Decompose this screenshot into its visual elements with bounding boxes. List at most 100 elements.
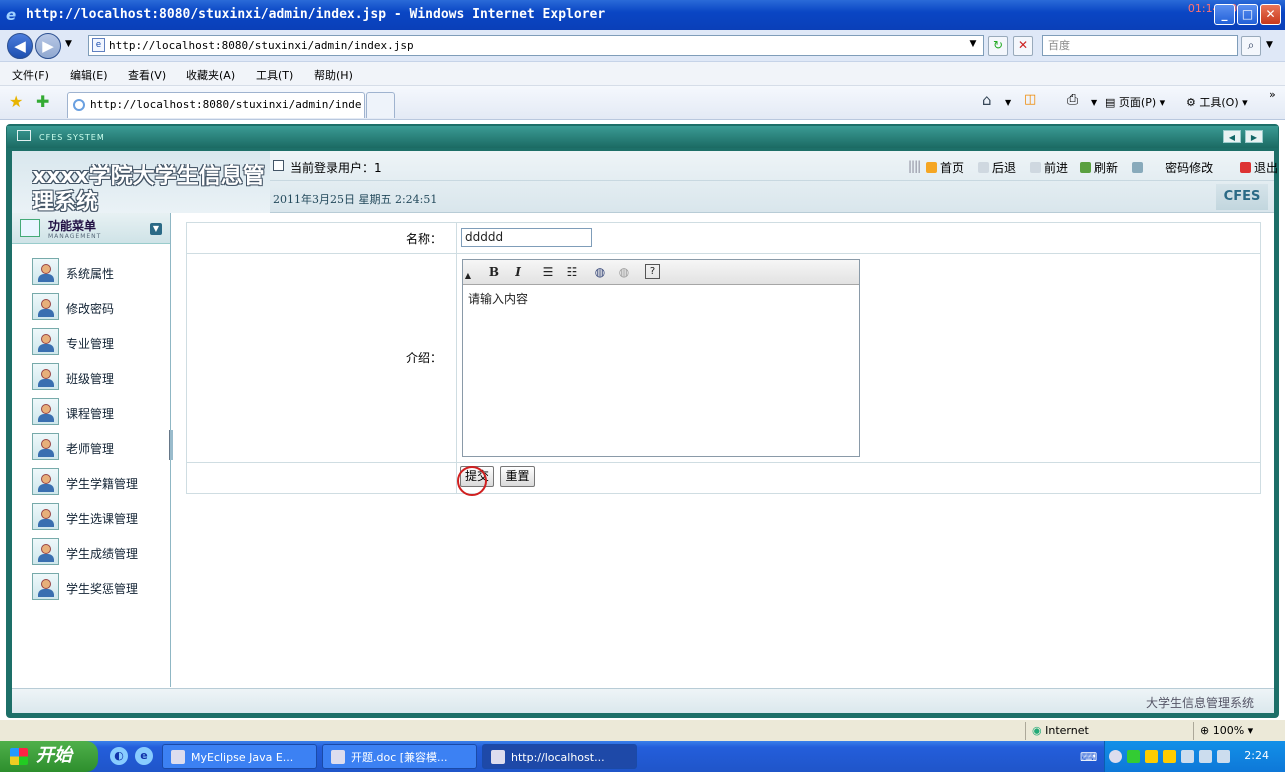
search-icon[interactable]: ⌕ — [1241, 36, 1261, 56]
sidebar-item-course-selection[interactable]: 学生选课管理 — [32, 503, 162, 531]
start-button[interactable]: 开始 — [0, 741, 98, 772]
user-avatar-icon — [32, 573, 59, 600]
link-icon[interactable]: ◍ — [591, 264, 609, 280]
sidebar-item-student-records[interactable]: 学生学籍管理 — [32, 468, 162, 496]
sidebar-item-change-password[interactable]: 修改密码 — [32, 293, 162, 321]
nav-refresh[interactable]: 刷新 — [1080, 159, 1118, 176]
sidebar-item-major-management[interactable]: 专业管理 — [32, 328, 162, 356]
window-title-bar[interactable]: e http://localhost:8080/stuxinxi/admin/i… — [0, 0, 1285, 30]
user-avatar-icon — [32, 398, 59, 425]
browser-forward-button[interactable]: ▶ — [35, 33, 61, 59]
print-dropdown-icon[interactable]: ▼ — [1091, 98, 1097, 107]
zoom-control[interactable]: ⊕ 100% ▾ — [1193, 722, 1283, 740]
task-myeclipse[interactable]: MyEclipse Java E... — [162, 744, 317, 769]
menu-edit[interactable]: 编辑(E) — [70, 67, 108, 83]
frame-left-arrow-icon[interactable]: ◀ — [1223, 130, 1241, 143]
help-icon[interactable]: ? — [645, 264, 660, 279]
nav-back[interactable]: 后退 — [978, 159, 1016, 176]
word-icon — [331, 750, 345, 764]
unordered-list-icon[interactable]: ☷ — [563, 264, 581, 280]
toolbar-collapse-icon[interactable]: ▲ — [463, 268, 473, 284]
home-dropdown-icon[interactable]: ▼ — [1005, 98, 1011, 107]
address-toolbar: ◀ ▶ ▼ e http://localhost:8080/stuxinxi/a… — [0, 30, 1285, 62]
reset-button[interactable]: 重置 — [500, 466, 535, 487]
logo-text: xxxx学院大学生信息管理系统 — [32, 164, 265, 213]
home-icon[interactable]: ⌂ — [982, 91, 992, 109]
menu-help[interactable]: 帮助(H) — [314, 67, 353, 83]
sidebar-splitter[interactable] — [169, 430, 173, 460]
zoom-icon: ⊕ — [1200, 724, 1210, 737]
search-input[interactable]: 百度 — [1042, 35, 1238, 56]
tray-qq-icon[interactable] — [1145, 750, 1158, 763]
zone-label: Internet — [1045, 724, 1089, 737]
sidebar-title: 功能菜单 — [48, 219, 97, 233]
sidebar-item-label: 修改密码 — [66, 302, 115, 316]
stop-icon[interactable]: ✕ — [1013, 36, 1033, 56]
ie-icon — [491, 750, 505, 764]
print-icon[interactable]: ⎙ — [1067, 92, 1078, 108]
password-icon — [1132, 162, 1143, 173]
sidebar-item-system-properties[interactable]: 系统属性 — [32, 258, 162, 286]
add-favorite-icon[interactable]: ✚ — [36, 92, 49, 111]
nav-password[interactable]: 密码修改 — [1132, 159, 1213, 176]
nav-home[interactable]: 首页 — [926, 159, 964, 176]
tray-arrow-icon[interactable] — [1109, 750, 1122, 763]
tray-qq2-icon[interactable] — [1163, 750, 1176, 763]
rich-text-editor: ▲ B I ☰ ☷ ◍ ◍ ? 请输入内容 — [462, 259, 860, 457]
feeds-icon[interactable]: ◫ — [1024, 92, 1036, 107]
unlink-icon[interactable]: ◍ — [615, 264, 633, 280]
task-ie-window[interactable]: http://localhost... — [482, 744, 637, 769]
tools-menu[interactable]: ⚙ 工具(O) ▾ — [1186, 94, 1248, 110]
minimize-button[interactable]: _ — [1214, 4, 1235, 25]
sidebar-item-grades[interactable]: 学生成绩管理 — [32, 538, 162, 566]
task-word-doc[interactable]: 开题.doc [兼容模... — [322, 744, 477, 769]
menu-folder-icon — [20, 219, 40, 237]
browser-back-button[interactable]: ◀ — [7, 33, 33, 59]
sidebar-header: 功能菜单 MANAGEMENT ▼ — [12, 213, 170, 244]
brand-badge: CFES — [1216, 184, 1268, 210]
italic-icon[interactable]: I — [509, 264, 527, 280]
maximize-button[interactable]: □ — [1237, 4, 1258, 25]
user-avatar-icon — [32, 363, 59, 390]
browser-tab-active[interactable]: http://localhost:8080/stuxinxi/admin/ind… — [67, 92, 365, 118]
tray-network-icon[interactable] — [1127, 750, 1140, 763]
tray-display-icon[interactable] — [1199, 750, 1212, 763]
sidebar-item-rewards[interactable]: 学生奖惩管理 — [32, 573, 162, 601]
ordered-list-icon[interactable]: ☰ — [539, 264, 557, 280]
sidebar-item-course-management[interactable]: 课程管理 — [32, 398, 162, 426]
windows-logo-icon — [10, 748, 28, 765]
tray-misc-icon[interactable] — [1217, 750, 1230, 763]
quicklaunch-ie-icon[interactable]: e — [135, 747, 153, 765]
user-bar: 当前登录用户：1 |||| 首页 后退 前进 刷新 密码修改 退出 — [270, 151, 1278, 181]
chevron-more-icon[interactable]: » — [1269, 88, 1276, 101]
close-window-button[interactable]: ✕ — [1260, 4, 1281, 25]
new-tab-button[interactable] — [366, 92, 395, 118]
history-dropdown-icon[interactable]: ▼ — [65, 39, 72, 49]
menu-tools[interactable]: 工具(T) — [256, 67, 293, 83]
nav-password-label: 密码修改 — [1165, 161, 1214, 175]
name-input[interactable]: ddddd — [461, 228, 592, 247]
menu-view[interactable]: 查看(V) — [128, 67, 166, 83]
page-menu[interactable]: ▤ 页面(P) ▾ — [1105, 94, 1165, 110]
bold-icon[interactable]: B — [485, 264, 503, 280]
nav-logout[interactable]: 退出 — [1240, 159, 1278, 176]
keyboard-icon[interactable]: ⌨ — [1080, 750, 1097, 764]
menu-file[interactable]: 文件(F) — [12, 67, 49, 83]
nav-forward[interactable]: 前进 — [1030, 159, 1068, 176]
editor-content[interactable]: 请输入内容 — [468, 290, 528, 307]
search-options-icon[interactable]: ▼ — [1266, 40, 1273, 50]
address-input[interactable]: e http://localhost:8080/stuxinxi/admin/i… — [88, 35, 984, 56]
refresh-icon[interactable]: ↻ — [988, 36, 1008, 56]
tray-volume-icon[interactable] — [1181, 750, 1194, 763]
task-label: http://localhost... — [511, 751, 605, 764]
quicklaunch-app-icon[interactable]: ◐ — [110, 747, 128, 765]
frame-right-arrow-icon[interactable]: ▶ — [1245, 130, 1263, 143]
sidebar-item-teacher-management[interactable]: 老师管理 — [32, 433, 162, 461]
sidebar-item-class-management[interactable]: 班级管理 — [32, 363, 162, 391]
date-bar: 2011年3月25日 星期五 2:24:51 — [270, 183, 1274, 213]
collapse-toggle-icon[interactable]: ▼ — [150, 223, 162, 235]
favorites-star-icon[interactable]: ★ — [9, 92, 23, 111]
menu-favorites[interactable]: 收藏夹(A) — [186, 67, 235, 83]
sidebar-item-label: 系统属性 — [66, 267, 115, 281]
address-dropdown-icon[interactable]: ▼ — [965, 36, 981, 54]
